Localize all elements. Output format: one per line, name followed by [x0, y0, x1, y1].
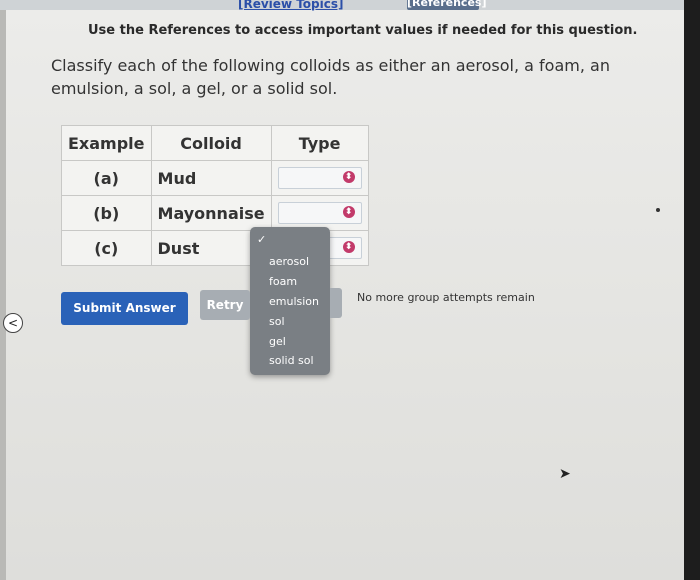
dropdown-option-sol[interactable]: sol: [269, 315, 285, 328]
dropdown-option-gel[interactable]: gel: [269, 335, 286, 348]
references-button[interactable]: [References]: [407, 0, 486, 10]
select-arrow-icon: ⬍: [342, 171, 355, 183]
mouse-pointer-icon: ➤: [559, 466, 571, 482]
select-arrow-icon: ⬍: [342, 206, 355, 218]
example-label: (b): [61, 195, 152, 231]
type-select[interactable]: ⬍: [277, 202, 362, 224]
retry-button-edge: [330, 288, 342, 318]
example-label: (a): [61, 160, 152, 196]
header-type: Type: [270, 125, 369, 161]
window-edge: [0, 0, 6, 580]
colloid-name: Mud: [150, 160, 272, 196]
dropdown-option-solid-sol[interactable]: solid sol: [269, 354, 314, 367]
top-bar: [Review Topics] [References]: [0, 0, 700, 11]
checkmark-icon: ✓: [257, 233, 267, 246]
dropdown-option-foam[interactable]: foam: [269, 275, 297, 288]
chevron-left-icon[interactable]: <: [3, 313, 23, 333]
dropdown-option-aerosol[interactable]: aerosol: [269, 255, 309, 268]
dot-marker: [656, 208, 660, 212]
type-cell: ⬍: [270, 195, 369, 231]
table-row: (b) Mayonnaise ⬍: [61, 195, 369, 231]
retry-button[interactable]: Retry: [200, 290, 250, 320]
type-cell: ⬍: [270, 160, 369, 196]
table-header-row: Example Colloid Type: [61, 125, 369, 161]
type-dropdown-menu[interactable]: ✓ aerosol foam emulsion sol gel solid so…: [250, 227, 330, 375]
screen: [Review Topics] [References] Use the Ref…: [0, 0, 700, 580]
colloid-name: Mayonnaise: [150, 195, 272, 231]
review-topics-link[interactable]: [Review Topics]: [238, 0, 343, 11]
example-label: (c): [61, 230, 152, 266]
table-row: (a) Mud ⬍: [61, 160, 369, 196]
header-example: Example: [61, 125, 152, 161]
references-notice: Use the References to access important v…: [88, 23, 638, 38]
type-select[interactable]: ⬍: [277, 167, 362, 189]
question-text: Classify each of the following colloids …: [51, 56, 610, 98]
dropdown-option-emulsion[interactable]: emulsion: [269, 295, 319, 308]
status-message: No more group attempts remain: [357, 291, 535, 304]
window-edge-right: [684, 0, 700, 580]
submit-answer-button[interactable]: Submit Answer: [61, 292, 188, 325]
select-arrow-icon: ⬍: [342, 241, 355, 253]
header-colloid: Colloid: [150, 125, 272, 161]
